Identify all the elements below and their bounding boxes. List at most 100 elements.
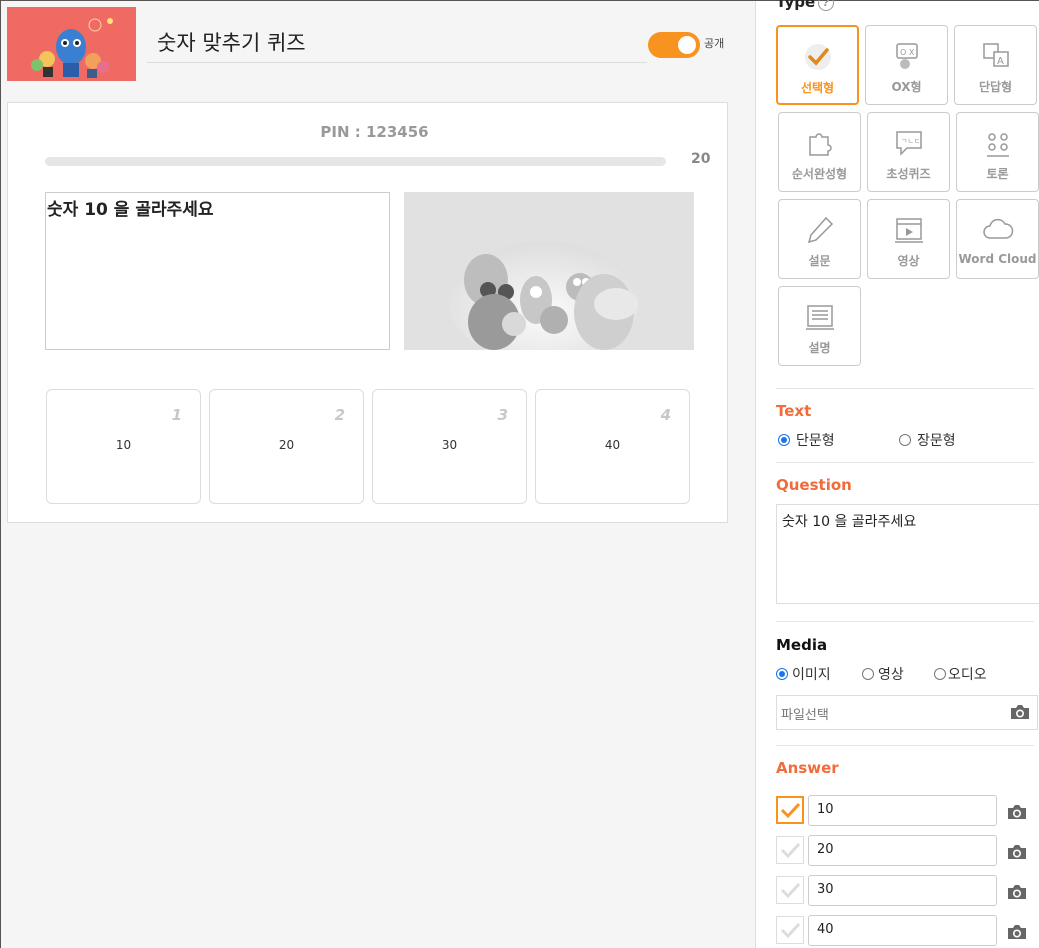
svg-text:ㄱㄴㄷ: ㄱㄴㄷ xyxy=(901,137,920,145)
camera-icon[interactable] xyxy=(1007,804,1027,820)
media-option-video[interactable]: 영상 xyxy=(862,664,904,684)
check-icon xyxy=(780,842,801,859)
cloud-icon xyxy=(982,218,1013,239)
type-label: 단답형 xyxy=(978,80,1013,94)
answer-section-title: Answer xyxy=(776,759,839,777)
puzzle-icon xyxy=(808,133,832,156)
radio-label: 단문형 xyxy=(796,433,835,449)
answer-input[interactable]: 10 xyxy=(808,795,997,826)
type-button-initial[interactable]: ㄱㄴㄷ 초성퀴즈 xyxy=(867,112,950,192)
answer-card[interactable]: 4 40 xyxy=(535,389,690,504)
type-button-ox[interactable]: O X OX형 xyxy=(865,25,948,105)
type-label: 설명 xyxy=(808,341,831,355)
type-button-choice[interactable]: 선택형 xyxy=(776,25,859,105)
radio-label: 영상 xyxy=(878,667,904,683)
radio-label: 이미지 xyxy=(792,667,831,683)
type-button-debate[interactable]: 토론 xyxy=(956,112,1039,192)
type-label: Word Cloud xyxy=(958,252,1037,266)
check-icon xyxy=(804,44,831,70)
radio-label: 오디오 xyxy=(948,667,987,683)
answer-input[interactable]: 30 xyxy=(808,875,997,906)
check-icon xyxy=(780,882,801,899)
answer-correct-checkbox[interactable] xyxy=(776,916,804,944)
type-button-survey[interactable]: 설문 xyxy=(778,199,861,279)
media-section-title: Media xyxy=(776,636,828,654)
answer-input[interactable]: 20 xyxy=(808,835,997,866)
answer-correct-checkbox[interactable] xyxy=(776,876,804,904)
radio-icon xyxy=(776,668,788,680)
quiz-thumbnail[interactable] xyxy=(7,7,136,81)
answer-text: 30 xyxy=(441,438,458,452)
radio-icon xyxy=(778,434,790,446)
check-icon xyxy=(780,922,801,939)
type-button-wordcloud[interactable]: Word Cloud xyxy=(956,199,1039,279)
radio-icon xyxy=(899,434,911,446)
media-option-image[interactable]: 이미지 xyxy=(776,664,831,684)
type-label: 순서완성형 xyxy=(791,167,848,181)
camera-icon[interactable] xyxy=(1007,844,1027,860)
ox-icon: O X xyxy=(895,43,918,69)
question-text-preview: 숫자 10 을 골라주세요 xyxy=(45,192,390,350)
answer-text: 20 xyxy=(278,438,295,452)
quiz-title-input[interactable]: 숫자 맞추기 퀴즈 xyxy=(147,23,647,63)
timer-progress-bar xyxy=(45,157,666,166)
divider xyxy=(776,388,1034,389)
pencil-icon xyxy=(807,216,833,244)
type-button-short[interactable]: A 단답형 xyxy=(954,25,1037,105)
question-section-title: Question xyxy=(776,476,852,494)
type-label: 초성퀴즈 xyxy=(886,167,931,181)
type-label: 영상 xyxy=(897,254,920,268)
media-option-audio[interactable]: 오디오 xyxy=(934,664,987,684)
answer-card[interactable]: 3 30 xyxy=(372,389,527,504)
divider xyxy=(776,621,1034,622)
answer-number: 3 xyxy=(497,406,508,424)
type-label: 설문 xyxy=(808,254,831,268)
toggle-knob xyxy=(678,36,696,54)
type-label: 선택형 xyxy=(800,81,835,95)
short-answer-icon: A xyxy=(982,43,1009,67)
file-select-placeholder: 파일선택 xyxy=(781,708,829,723)
answer-correct-checkbox[interactable] xyxy=(776,796,804,824)
public-toggle-label: 공개 xyxy=(704,37,725,50)
help-icon[interactable]: ? xyxy=(818,0,835,11)
divider xyxy=(776,745,1034,746)
camera-icon[interactable] xyxy=(1007,924,1027,940)
pin-code: PIN : 123456 xyxy=(320,123,429,141)
text-option-short[interactable]: 단문형 xyxy=(778,430,835,450)
type-button-video[interactable]: 영상 xyxy=(867,199,950,279)
answer-correct-checkbox[interactable] xyxy=(776,836,804,864)
svg-text:O X: O X xyxy=(900,48,915,57)
timer-value: 20 xyxy=(691,151,711,167)
editor-canvas: 숫자 맞추기 퀴즈 공개 PIN : 123456 20 숫자 10 을 골라주… xyxy=(1,1,755,948)
group-icon xyxy=(986,133,1009,157)
check-icon xyxy=(780,802,801,819)
answer-number: 4 xyxy=(660,406,671,424)
text-section-title: Text xyxy=(776,402,812,420)
type-button-order[interactable]: 순서완성형 xyxy=(778,112,861,192)
radio-icon xyxy=(934,668,946,680)
characters-illustration xyxy=(31,18,113,78)
characters-image xyxy=(404,192,694,350)
answer-number: 1 xyxy=(171,406,182,424)
answer-text: 10 xyxy=(115,438,132,452)
camera-icon[interactable] xyxy=(1007,884,1027,900)
answer-input[interactable]: 40 xyxy=(808,915,997,946)
answer-card[interactable]: 1 10 xyxy=(46,389,201,504)
camera-icon[interactable] xyxy=(1010,704,1030,720)
question-textarea[interactable]: 숫자 10 을 골라주세요 xyxy=(776,504,1039,604)
answer-text: 40 xyxy=(604,438,621,452)
document-icon xyxy=(805,305,834,330)
type-title-text: Type xyxy=(776,0,816,11)
settings-panel: Type? 선택형 O X OX형 A 단답형 순서완성형 ㄱㄴㄷ 초성퀴즈 토… xyxy=(755,0,1039,948)
question-image-preview xyxy=(404,192,694,350)
text-option-long[interactable]: 장문형 xyxy=(899,430,956,450)
file-select-input[interactable]: 파일선택 xyxy=(776,695,1038,730)
svg-text:A: A xyxy=(997,56,1004,67)
quiz-preview: PIN : 123456 20 숫자 10 을 골라주세요 1 10 2 20 … xyxy=(7,102,728,523)
answer-card[interactable]: 2 20 xyxy=(209,389,364,504)
type-label: OX형 xyxy=(891,80,922,94)
type-section-title: Type? xyxy=(776,0,835,11)
speech-bubble-icon: ㄱㄴㄷ xyxy=(895,131,922,156)
public-toggle[interactable] xyxy=(648,32,700,58)
type-button-explain[interactable]: 설명 xyxy=(778,286,861,366)
